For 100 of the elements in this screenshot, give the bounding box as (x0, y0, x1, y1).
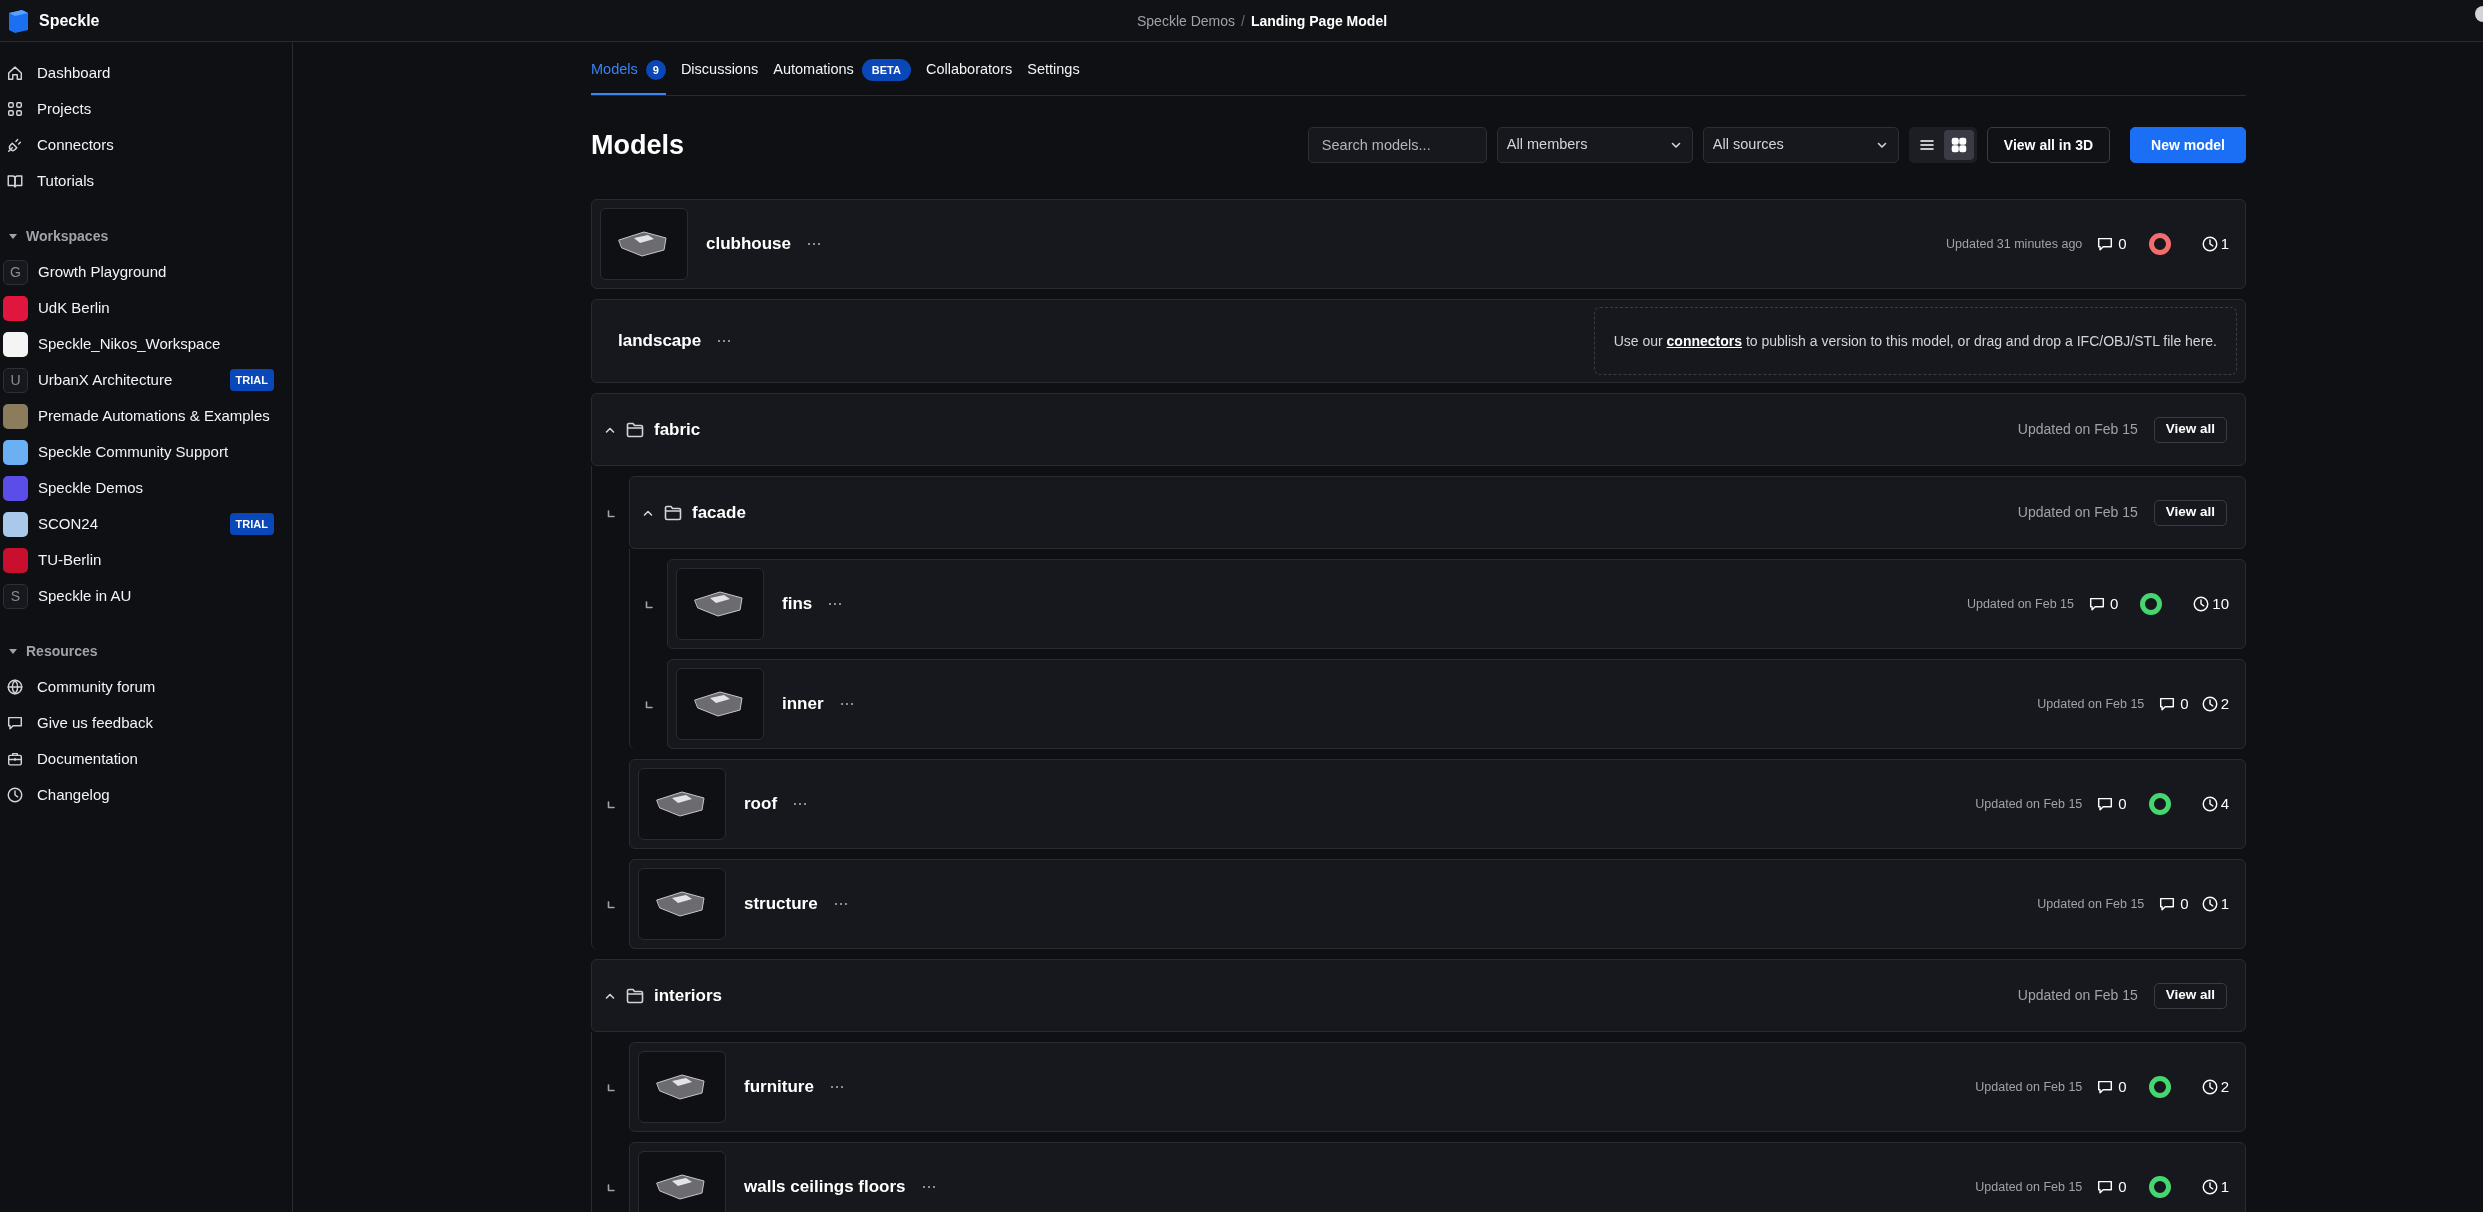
ellipsis-icon (793, 802, 808, 806)
section-toggle[interactable]: Workspaces (0, 218, 109, 254)
list-icon (1918, 137, 1935, 153)
logo-icon (6, 7, 30, 34)
section-toggle[interactable]: Resources (0, 633, 98, 669)
indent-corner-icon (606, 801, 615, 809)
version-count: 10 (2192, 592, 2229, 616)
view-all-button[interactable]: View all (2153, 416, 2227, 443)
caret-icon (8, 646, 18, 656)
model-card[interactable]: clubhouse Updated 31 minutes ago 0 1 (591, 199, 2246, 289)
ellipsis-icon (829, 1085, 844, 1089)
automation-status-ring[interactable] (2148, 1076, 2171, 1098)
updated-time: Updated on Feb 15 (2017, 986, 2138, 1005)
clock-icon (6, 786, 24, 804)
folder-icon (626, 421, 644, 438)
comment-icon (2096, 795, 2115, 813)
workspace-item[interactable]: SCON24 TRIAL (0, 506, 292, 542)
grid-view-button[interactable] (1943, 130, 1974, 160)
breadcrumb-link[interactable]: Landing Page Model (1250, 10, 1388, 32)
new-model-button[interactable]: New model (2130, 127, 2246, 163)
breadcrumb-link[interactable]: Speckle Demos (1137, 10, 1236, 32)
connectors-link[interactable]: connectors (1666, 332, 1743, 349)
automation-status-ring[interactable] (2148, 233, 2171, 255)
updated-time: Updated on Feb 15 (1975, 1078, 2083, 1096)
folder-header[interactable]: interiors Updated on Feb 15 View all (591, 959, 2246, 1032)
workspace-avatar: G (3, 259, 28, 285)
resource-link[interactable]: Give us feedback (0, 705, 292, 741)
model-name: roof (744, 793, 778, 816)
updated-time: Updated on Feb 15 (1975, 795, 2083, 813)
version-count: 2 (2200, 1075, 2229, 1099)
sidebar-nav-item[interactable]: Dashboard (0, 55, 292, 91)
updated-time: Updated on Feb 15 (2037, 895, 2145, 913)
workspace-item[interactable]: UdK Berlin (0, 290, 292, 326)
comment-count: 0 (2158, 692, 2189, 716)
breadcrumb-separator: / (1241, 11, 1245, 31)
workspace-item[interactable]: G Growth Playground (0, 254, 292, 290)
tab[interactable]: Settings (1027, 55, 1080, 95)
tab[interactable]: Models 9 (591, 55, 666, 95)
clock-icon (2192, 595, 2211, 613)
brand-name[interactable]: Speckle (39, 8, 100, 33)
workspace-name: SCON24 (38, 513, 99, 534)
workspace-item[interactable]: TU-Berlin (0, 542, 292, 578)
tab[interactable]: Discussions (680, 55, 759, 95)
model-name: structure (744, 893, 818, 916)
model-card[interactable]: walls ceilings floors Updated on Feb 15 0 1 (629, 1142, 2246, 1212)
view-all-3d-button[interactable]: View all in 3D (1986, 127, 2111, 163)
automation-status-ring[interactable] (2140, 593, 2163, 615)
workspace-item[interactable]: Speckle Community Support (0, 434, 292, 470)
upload-drop-zone[interactable]: Use our connectors to publish a version to this model, or drag and drop a IFC/OBJ/STL file here. (1593, 307, 2237, 375)
view-all-button[interactable]: View all (2153, 982, 2227, 1009)
chat-icon (6, 714, 24, 732)
clock-icon (2200, 795, 2219, 813)
model-name: inner (782, 693, 824, 716)
sidebar-nav-item[interactable]: Tutorials (0, 163, 292, 199)
model-card[interactable]: landscape Use our connectors to publish a version to this model, or drag and drop a IFC/OBJ/STL file here. (591, 299, 2246, 383)
ellipsis-icon (717, 339, 732, 343)
workspace-item[interactable]: Premade Automations & Examples (0, 398, 292, 434)
comment-icon (2096, 1178, 2115, 1196)
ellipsis-icon (828, 602, 843, 606)
model-card[interactable]: inner Updated on Feb 15 0 2 (667, 659, 2246, 749)
filter-dropdown[interactable]: All sources (1702, 127, 1899, 163)
workspace-item[interactable]: Speckle_Nikos_Workspace (0, 326, 292, 362)
resource-link[interactable]: Changelog (0, 777, 292, 813)
updated-time: Updated on Feb 15 (1966, 595, 2074, 613)
workspace-item[interactable]: Speckle Demos (0, 470, 292, 506)
view-all-button[interactable]: View all (2153, 499, 2227, 526)
model-card[interactable]: roof Updated on Feb 15 0 4 (629, 759, 2246, 849)
model-card[interactable]: furniture Updated on Feb 15 0 2 (629, 1042, 2246, 1132)
tab[interactable]: Collaborators (926, 55, 1013, 95)
comment-icon (2158, 695, 2177, 713)
sidebar-nav-item[interactable]: Connectors (0, 127, 292, 163)
model-card[interactable]: structure Updated on Feb 15 0 1 (629, 859, 2246, 949)
globe-icon (6, 678, 24, 696)
automation-status-ring[interactable] (2148, 793, 2171, 815)
version-count: 4 (2200, 792, 2229, 816)
sidebar-nav-item[interactable]: Projects (0, 91, 292, 127)
tab[interactable]: Automations BETA (773, 55, 911, 95)
indent-corner-icon (606, 1084, 615, 1092)
model-card[interactable]: fins Updated on Feb 15 0 10 (667, 559, 2246, 649)
folder-header[interactable]: facade Updated on Feb 15 View all (629, 476, 2246, 549)
resource-link[interactable]: Community forum (0, 669, 292, 705)
automation-status-ring[interactable] (2148, 1176, 2171, 1198)
search-field[interactable]: Search models... (1307, 127, 1487, 163)
resource-link[interactable]: Documentation (0, 741, 292, 777)
workspace-name: Speckle_Nikos_Workspace (38, 333, 221, 354)
comment-count: 0 (2096, 232, 2127, 256)
briefcase-icon (6, 750, 24, 768)
indent-corner-icon (644, 601, 653, 609)
comment-count: 0 (2096, 1175, 2127, 1199)
workspace-item[interactable]: U UrbanX Architecture TRIAL (0, 362, 292, 398)
model-name: furniture (744, 1076, 814, 1099)
grid-icon (1950, 137, 1967, 153)
model-name: walls ceilings floors (744, 1176, 906, 1199)
folder-header[interactable]: fabric Updated on Feb 15 View all (591, 393, 2246, 466)
indent-corner-icon (606, 901, 615, 909)
filter-dropdown[interactable]: All members (1496, 127, 1693, 163)
folder-name: interiors (654, 984, 723, 1007)
version-count: 2 (2200, 692, 2229, 716)
workspace-item[interactable]: S Speckle in AU (0, 578, 292, 614)
workspace-name: Speckle Community Support (38, 441, 229, 462)
